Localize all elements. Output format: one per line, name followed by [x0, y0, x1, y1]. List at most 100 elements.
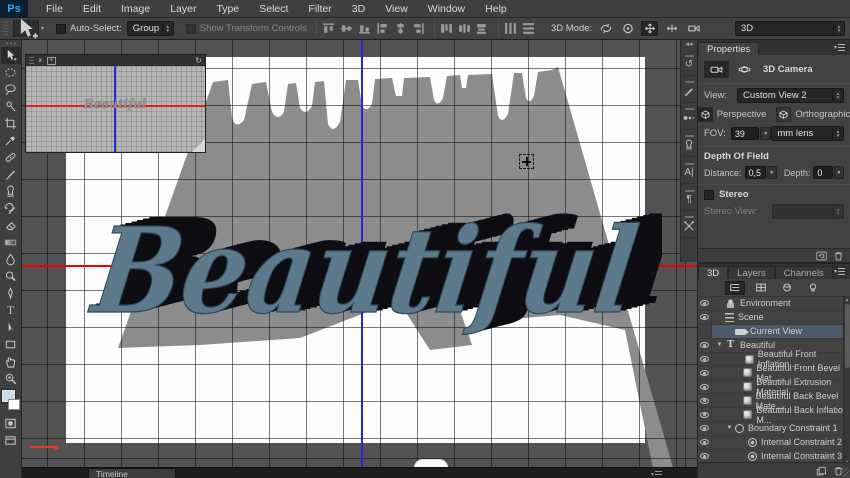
swap-view-icon[interactable]: ↻	[195, 57, 202, 65]
orthographic-cube-icon[interactable]	[776, 107, 791, 122]
tool-preset-caret-icon[interactable]: ▾	[41, 25, 44, 32]
eye-icon[interactable]	[700, 314, 709, 320]
3d-item-current-view[interactable]: Current View	[698, 325, 850, 339]
expand-dock-icon[interactable]: ◂◂	[685, 41, 692, 49]
tool-presets-icon[interactable]	[681, 211, 697, 238]
orthographic-label[interactable]: Orthographic	[795, 109, 850, 120]
item-content[interactable]: Current View	[712, 325, 850, 338]
screen-mode-button[interactable]	[1, 432, 21, 449]
auto-select-checkbox[interactable]	[56, 24, 66, 34]
tab-channels[interactable]: Channels	[775, 266, 833, 279]
menu-item-edit[interactable]: Edit	[73, 0, 111, 18]
distance-dropdown-icon[interactable]: ▼	[767, 166, 777, 179]
clone-stamp-tool[interactable]	[1, 183, 21, 200]
fov-value[interactable]: 39	[731, 127, 759, 140]
blur-tool[interactable]	[1, 251, 21, 268]
scroll-up-icon[interactable]: ▲	[845, 297, 849, 302]
tab-layers[interactable]: Layers	[728, 266, 775, 279]
filter-materials-icon[interactable]	[777, 281, 797, 295]
3d-item-environment[interactable]: Environment	[698, 297, 850, 311]
panel-menu-icon[interactable]	[834, 43, 847, 52]
menu-item-3d[interactable]: 3D	[342, 0, 375, 18]
menu-item-type[interactable]: Type	[206, 0, 249, 18]
resize-corner[interactable]	[192, 139, 205, 152]
3d-text-beautiful[interactable]: Beautiful	[62, 180, 662, 380]
marquee-tool[interactable]	[1, 64, 21, 81]
eraser-tool[interactable]	[1, 217, 21, 234]
item-content[interactable]: Internal Constraint 3	[712, 450, 850, 463]
foreground-background-swatches[interactable]	[1, 389, 21, 413]
new-item-icon[interactable]	[816, 466, 827, 476]
visibility-cell[interactable]	[698, 353, 712, 366]
options-grip[interactable]	[3, 22, 8, 36]
visibility-cell[interactable]	[698, 436, 712, 449]
show-transform-checkbox[interactable]	[186, 24, 196, 34]
eye-icon[interactable]	[700, 300, 709, 306]
3d-item-internal-constraint-2[interactable]: Internal Constraint 2	[698, 436, 850, 450]
render-icon[interactable]	[816, 251, 827, 261]
visibility-cell[interactable]	[698, 325, 712, 338]
move-view-icon[interactable]: +	[47, 57, 56, 65]
3d-item-boundary-constraint-1[interactable]: ▼Boundary Constraint 1	[698, 422, 850, 436]
filter-lights-icon[interactable]	[803, 281, 823, 295]
slide-icon[interactable]	[663, 21, 680, 36]
visibility-cell[interactable]	[698, 366, 712, 379]
orbit-camera-icon[interactable]	[732, 61, 757, 78]
camera-icon[interactable]	[704, 61, 729, 78]
align-vcenter-icon[interactable]	[340, 22, 353, 35]
eye-icon[interactable]	[700, 398, 709, 404]
visibility-cell[interactable]	[698, 297, 712, 310]
3d-item-beautiful-back-inflation-m[interactable]: Beautiful Back Inflation M...	[698, 408, 850, 422]
paragraph-icon[interactable]: ¶	[681, 184, 697, 211]
pan-icon[interactable]	[641, 21, 658, 36]
distribute-left-icon[interactable]	[504, 22, 517, 35]
background-color-swatch[interactable]	[8, 399, 20, 410]
stereo-checkbox[interactable]	[704, 190, 714, 200]
timeline-menu-icon[interactable]	[651, 470, 665, 478]
eye-icon[interactable]	[700, 342, 709, 348]
filter-meshes-icon[interactable]	[751, 281, 771, 295]
orbit-icon[interactable]	[597, 21, 614, 36]
auto-select-group-dropdown[interactable]: Group ▲▼	[127, 21, 174, 36]
align-bottom-icon[interactable]	[358, 22, 371, 35]
menu-item-view[interactable]: View	[375, 0, 418, 18]
perspective-label[interactable]: Perspective	[717, 109, 767, 120]
visibility-cell[interactable]	[698, 339, 712, 352]
expander-icon[interactable]: ▼	[725, 425, 734, 431]
brushes-icon[interactable]	[681, 103, 697, 130]
shape-tool[interactable]	[1, 336, 21, 353]
type-tool[interactable]: T	[1, 302, 21, 319]
current-tool-move-icon[interactable]	[13, 20, 39, 37]
perspective-cube-icon[interactable]	[698, 107, 713, 122]
filter-whole-scene-icon[interactable]	[725, 281, 745, 295]
gradient-tool[interactable]	[1, 234, 21, 251]
item-content[interactable]: Internal Constraint 2	[712, 436, 850, 449]
menu-item-filter[interactable]: Filter	[298, 0, 341, 18]
history-icon[interactable]: ↺	[681, 49, 697, 76]
eye-icon[interactable]	[700, 412, 709, 418]
3d-widget-sphere[interactable]	[414, 459, 448, 467]
quick-mask-button[interactable]	[1, 415, 21, 432]
close-icon[interactable]: ×	[38, 57, 43, 65]
menu-item-layer[interactable]: Layer	[160, 0, 206, 18]
item-content[interactable]: Scene	[712, 311, 850, 324]
view-dropdown[interactable]: Custom View 2 ▲▼	[737, 88, 844, 103]
healing-brush-tool[interactable]	[1, 149, 21, 166]
menu-item-window[interactable]: Window	[418, 0, 475, 18]
item-content[interactable]: Environment	[712, 297, 850, 310]
hand-tool[interactable]	[1, 353, 21, 370]
canvas-area[interactable]: Beautiful × + ↻ Beautiful	[22, 40, 697, 467]
zoom-camera-icon[interactable]	[685, 21, 702, 36]
quick-selection-tool[interactable]	[1, 98, 21, 115]
scrollbar[interactable]: ▲▼	[843, 297, 850, 465]
item-content[interactable]: ▼Boundary Constraint 1	[712, 422, 850, 435]
align-hcenter-icon[interactable]	[394, 22, 407, 35]
tab-3d[interactable]: 3D	[698, 266, 728, 279]
scroll-thumb[interactable]	[845, 304, 850, 368]
resize-grip[interactable]	[840, 468, 849, 477]
align-right-icon[interactable]	[412, 22, 425, 35]
lasso-tool[interactable]	[1, 81, 21, 98]
depth-value[interactable]: 0	[813, 166, 832, 179]
distribute-top-icon[interactable]	[440, 22, 453, 35]
pen-tool[interactable]	[1, 285, 21, 302]
